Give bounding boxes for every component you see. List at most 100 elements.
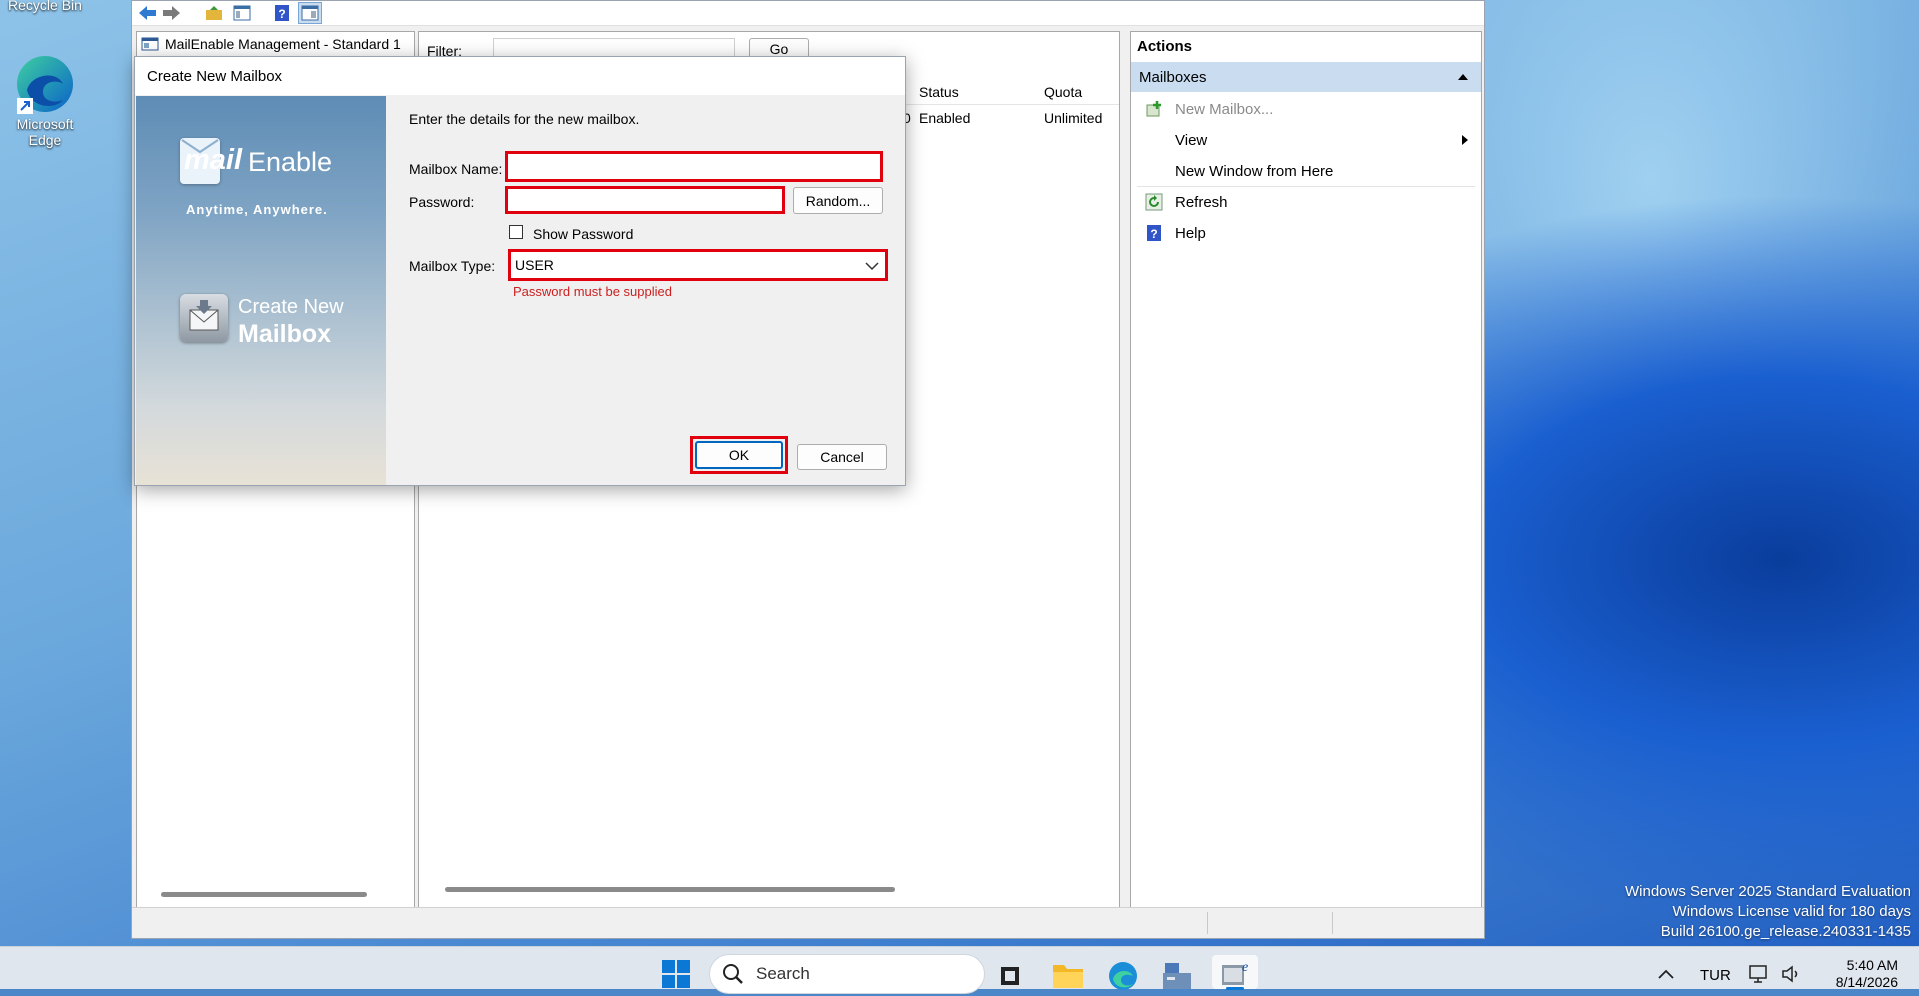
mmc-status-bar: [132, 907, 1484, 938]
add-icon: [1146, 101, 1161, 117]
submenu-arrow-icon: [1462, 135, 1468, 145]
windows-watermark: Windows Server 2025 Standard Evaluation …: [1625, 882, 1911, 942]
watermark-line3: Build 26100.ge_release.240331-1435: [1660, 923, 1911, 940]
password-label: Password:: [409, 194, 475, 210]
clock-time: 5:40 AM: [1846, 957, 1898, 973]
mailenable-banner: mail Enable Anytime, Anywhere. Create Ne…: [136, 96, 386, 485]
action-view-label: View: [1175, 131, 1208, 149]
list-horizontal-scrollbar[interactable]: [445, 887, 895, 892]
actions-section-mailboxes[interactable]: Mailboxes: [1131, 62, 1481, 92]
action-refresh[interactable]: Refresh: [1137, 187, 1475, 217]
random-password-button[interactable]: Random...: [793, 187, 883, 214]
mailbox-type-select[interactable]: USER: [508, 249, 888, 281]
active-indicator: [1226, 987, 1244, 990]
language-indicator[interactable]: TUR: [1700, 967, 1731, 984]
taskbar-clock[interactable]: 5:40 AM 8/14/2026: [1818, 957, 1898, 991]
show-password-checkbox[interactable]: [509, 225, 523, 239]
show-hide-tree-button[interactable]: [230, 2, 254, 24]
back-button[interactable]: [135, 2, 159, 24]
search-icon: [723, 964, 743, 984]
actions-section-label: Mailboxes: [1139, 68, 1207, 86]
action-help[interactable]: ? Help: [1137, 218, 1475, 248]
ok-button[interactable]: OK: [695, 441, 783, 469]
clock-date: 8/14/2026: [1835, 974, 1898, 990]
mmc-taskbar-button[interactable]: e: [1212, 955, 1258, 990]
action-new-mailbox[interactable]: New Mailbox...: [1137, 94, 1475, 124]
mailenable-taskbar-icon: e: [1222, 960, 1248, 985]
logo-mail-text: mail: [184, 144, 243, 176]
help-toolbar-button[interactable]: ?: [270, 2, 294, 24]
column-header-quota[interactable]: Quota: [1044, 84, 1082, 100]
status-divider: [1332, 912, 1333, 934]
show-action-pane-button[interactable]: [298, 2, 322, 24]
dialog-title: Create New Mailbox: [135, 57, 905, 95]
logo-enable-text: Enable: [248, 147, 333, 177]
column-header-status[interactable]: Status: [919, 84, 959, 100]
windows-logo-icon: [662, 960, 690, 988]
folder-up-icon: [206, 6, 222, 20]
mailbox-banner-icon: [180, 294, 228, 342]
mailbox-name-label: Mailbox Name:: [409, 161, 503, 177]
volume-icon[interactable]: [1780, 963, 1802, 985]
edge-icon: [17, 56, 73, 114]
create-mailbox-dialog: Create New Mailbox mail Enable Anytime, …: [134, 56, 906, 486]
action-view[interactable]: View: [1137, 125, 1475, 155]
forward-arrow-icon: [163, 6, 180, 20]
help-icon: ?: [1147, 225, 1161, 241]
mailbox-type-value: USER: [515, 257, 554, 273]
start-button[interactable]: [661, 959, 691, 989]
edge-label-line1: Microsoft: [16, 116, 74, 132]
action-help-label: Help: [1175, 224, 1206, 242]
tray-overflow-icon[interactable]: [1658, 969, 1674, 979]
show-password-label[interactable]: Show Password: [533, 226, 633, 242]
action-pane-icon: [301, 5, 319, 21]
server-manager-button[interactable]: [1161, 961, 1193, 991]
console-tree-icon: [233, 5, 251, 21]
network-icon[interactable]: [1748, 963, 1770, 985]
edge-label-line2: Edge: [28, 132, 62, 148]
cancel-button[interactable]: Cancel: [797, 444, 887, 470]
action-refresh-label: Refresh: [1175, 193, 1228, 211]
up-folder-button[interactable]: [202, 2, 226, 24]
watermark-line1: Windows Server 2025 Standard Evaluation: [1625, 883, 1911, 900]
watermark-line2: Windows License valid for 180 days: [1672, 903, 1911, 920]
edge-taskbar-button[interactable]: [1107, 960, 1139, 992]
taskbar: Search e TUR 5:40 AM 8/14/2026: [0, 946, 1919, 994]
back-arrow-icon: [139, 6, 156, 20]
svg-text:?: ?: [1150, 227, 1157, 241]
chevron-down-icon: [865, 262, 879, 271]
password-input[interactable]: [505, 186, 785, 214]
svg-text:?: ?: [278, 7, 285, 21]
collapse-icon: [1458, 74, 1468, 80]
recycle-bin-label: Recycle Bin: [8, 0, 82, 13]
tree-root-label: MailEnable Management - Standard 1: [165, 36, 401, 52]
task-view-button[interactable]: [997, 963, 1023, 989]
svg-text:e: e: [1242, 960, 1248, 975]
file-explorer-button[interactable]: [1051, 961, 1085, 989]
actions-pane: Actions Mailboxes New Mailbox... View Ne…: [1130, 31, 1482, 908]
mailbox-type-label: Mailbox Type:: [409, 258, 496, 274]
action-new-window-label: New Window from Here: [1175, 162, 1334, 180]
task-view-icon: [1001, 967, 1019, 985]
tree-root-item[interactable]: MailEnable Management - Standard 1: [141, 36, 401, 52]
action-new-window[interactable]: New Window from Here: [1137, 156, 1475, 186]
action-new-mailbox-label: New Mailbox...: [1175, 100, 1274, 118]
cell-status: Enabled: [919, 110, 971, 126]
banner-caption-line2: Mailbox: [238, 320, 332, 348]
cell-quota: Unlimited: [1044, 110, 1103, 126]
recycle-bin-icon[interactable]: Recycle Bin: [0, 0, 90, 13]
help-icon: ?: [275, 5, 289, 21]
taskbar-search-box[interactable]: Search: [709, 954, 985, 994]
ok-button-highlight: OK: [690, 436, 788, 474]
tree-horizontal-scrollbar[interactable]: [161, 892, 367, 897]
folder-icon: [1053, 965, 1083, 988]
banner-tagline: Anytime, Anywhere.: [186, 202, 328, 217]
refresh-icon: [1145, 193, 1163, 211]
actions-header: Actions: [1137, 38, 1193, 55]
server-manager-icon: [1163, 963, 1191, 989]
microsoft-edge-shortcut[interactable]: Microsoft Edge: [0, 52, 90, 148]
edge-icon: [1109, 962, 1137, 990]
mailbox-name-input[interactable]: [505, 151, 883, 182]
banner-caption-line1: Create New: [238, 296, 344, 318]
forward-button[interactable]: [160, 2, 184, 24]
